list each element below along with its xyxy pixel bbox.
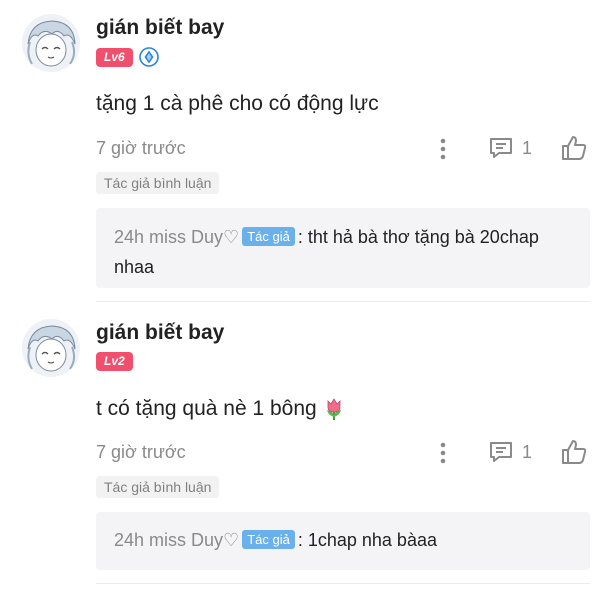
timestamp: 7 giờ trước <box>96 442 186 462</box>
username[interactable]: gián biết bay <box>96 321 224 345</box>
reply-button[interactable]: 1 <box>488 439 532 465</box>
comment-text-row: t có tặng quà nè 1 bông <box>96 397 345 421</box>
timestamp: 7 giờ trước <box>96 138 186 158</box>
comment-text: tặng 1 cà phê cho có động lực <box>96 92 379 115</box>
username[interactable]: gián biết bay <box>96 16 224 40</box>
level-badge: Lv2 <box>96 352 133 371</box>
avatar[interactable] <box>22 319 80 377</box>
comment-item: gián biết bay Lv6 tặng 1 cà phê cho có đ… <box>0 0 615 302</box>
rank-diamond-icon <box>138 47 159 67</box>
level-badge: Lv6 <box>96 47 133 67</box>
author-commented-tag[interactable]: Tác giả bình luận <box>96 476 220 498</box>
reply-icon <box>490 138 512 158</box>
more-options-icon[interactable] <box>436 440 450 466</box>
reply-button[interactable]: 1 <box>488 135 532 161</box>
reply-count: 1 <box>522 441 533 462</box>
like-icon[interactable] <box>560 134 588 162</box>
avatar-image <box>22 14 80 72</box>
more-options-icon[interactable] <box>436 136 450 162</box>
like-icon[interactable] <box>560 438 588 466</box>
reply-author[interactable]: 24h miss Duy♡ <box>114 227 239 247</box>
comment-item: gián biết bay Lv2 t có tặng quà nè 1 bôn… <box>0 305 615 600</box>
reply-text: 1chap nha bàaa <box>307 530 437 550</box>
reply-count: 1 <box>522 137 533 158</box>
avatar-image <box>22 319 80 377</box>
reply-icon <box>490 442 512 462</box>
author-commented-tag[interactable]: Tác giả bình luận <box>96 172 220 194</box>
user-badges: Lv2 <box>96 352 133 371</box>
reply-author[interactable]: 24h miss Duy♡ <box>114 530 239 550</box>
author-reply[interactable]: 24h miss Duy♡ Tác giả: 1chap nha bàaa <box>96 512 590 570</box>
comment-actions: 7 giờ trước 1 <box>96 134 592 164</box>
author-badge: Tác giả <box>242 530 295 549</box>
author-reply[interactable]: 24h miss Duy♡ Tác giả: tht hả bà thơ tặng… <box>96 208 590 288</box>
divider <box>96 301 590 302</box>
author-badge: Tác giả <box>242 227 295 246</box>
tulip-icon <box>326 398 341 420</box>
divider <box>96 583 590 584</box>
reply-separator: : <box>297 227 303 247</box>
comment-text-row: tặng 1 cà phê cho có động lực <box>96 92 379 116</box>
reply-separator: : <box>297 530 303 550</box>
comment-text: t có tặng quà nè 1 bông <box>96 397 317 420</box>
user-badges: Lv6 <box>96 47 159 67</box>
avatar[interactable] <box>22 14 80 72</box>
comment-actions: 7 giờ trước 1 <box>96 438 592 468</box>
